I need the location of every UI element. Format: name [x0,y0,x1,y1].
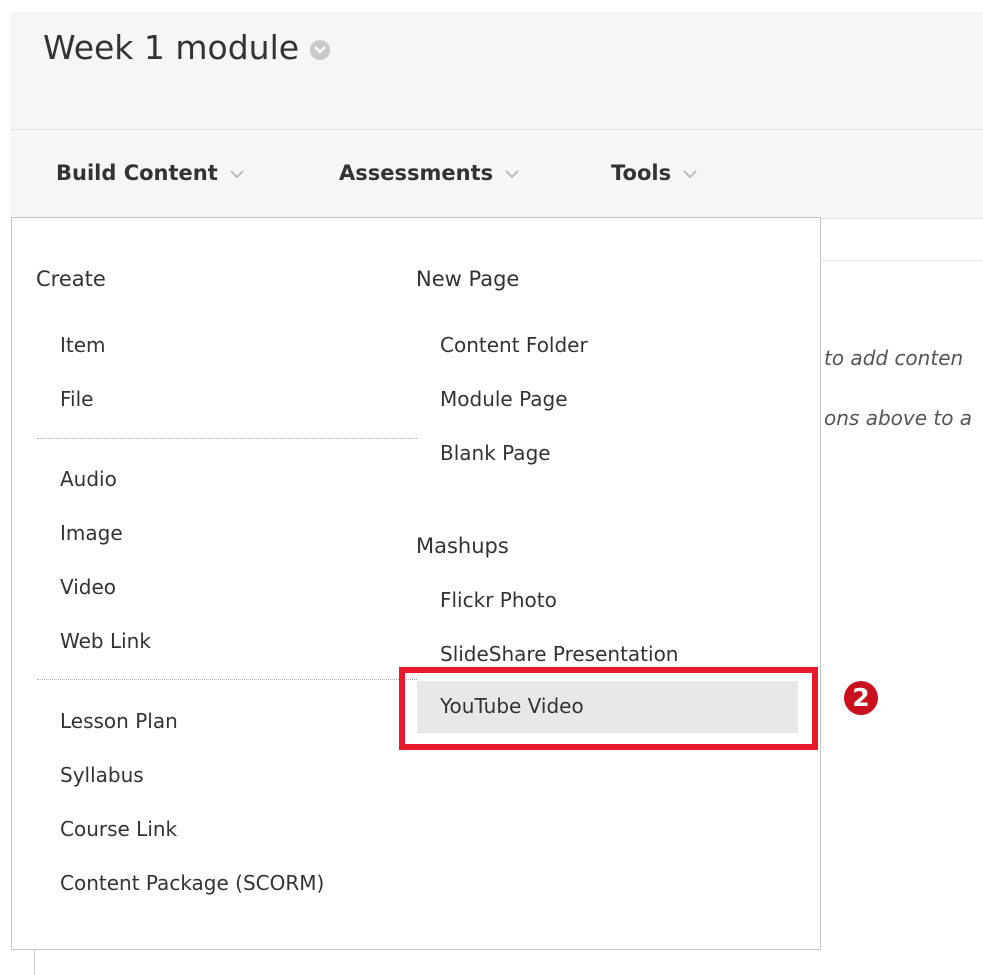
page-header: Week 1 module [10,12,983,130]
chevron-down-icon [683,169,697,178]
menu-item-syllabus[interactable]: Syllabus [60,763,144,787]
menu-separator [37,679,417,680]
step-number-badge: 2 [844,681,878,715]
chevron-down-icon [505,169,519,178]
page: Week 1 module Build Content Assessments … [0,0,983,975]
menu-item-course-link[interactable]: Course Link [60,817,177,841]
content-left-border [34,950,35,975]
content-area-divider [822,260,983,261]
assessments-menu-button[interactable]: Assessments [339,161,519,185]
menu-item-content-folder[interactable]: Content Folder [440,333,588,357]
mashups-heading: Mashups [416,534,509,558]
highlight-callout-box [399,667,818,750]
chevron-down-icon [230,169,244,178]
tools-label: Tools [611,161,672,185]
empty-content-hint-line-2: ons above to a [824,406,973,430]
create-heading: Create [36,267,106,291]
menu-item-item[interactable]: Item [60,333,106,357]
tools-menu-button[interactable]: Tools [611,161,697,185]
new-page-heading: New Page [416,267,520,291]
build-content-label: Build Content [56,161,218,185]
menu-item-flickr-photo[interactable]: Flickr Photo [440,588,557,612]
build-content-menu-button[interactable]: Build Content [56,161,244,185]
action-bar: Build Content Assessments Tools [10,130,983,219]
menu-item-audio[interactable]: Audio [60,467,117,491]
build-content-dropdown: Create Item File Audio Image Video Web L… [11,217,821,950]
menu-separator [37,438,417,439]
menu-item-slideshare-presentation[interactable]: SlideShare Presentation [440,642,679,666]
assessments-label: Assessments [339,161,494,185]
menu-item-content-package-scorm[interactable]: Content Package (SCORM) [60,871,324,895]
menu-item-module-page[interactable]: Module Page [440,387,568,411]
menu-item-image[interactable]: Image [60,521,123,545]
page-title: Week 1 module [43,28,331,67]
empty-content-hint-line-1: to add conten [824,346,964,370]
menu-item-video[interactable]: Video [60,575,116,599]
menu-item-blank-page[interactable]: Blank Page [440,441,551,465]
chevron-down-circle-icon[interactable] [310,39,331,60]
menu-item-lesson-plan[interactable]: Lesson Plan [60,709,178,733]
page-title-text: Week 1 module [43,28,300,67]
menu-item-file[interactable]: File [60,387,93,411]
menu-item-web-link[interactable]: Web Link [60,629,151,653]
